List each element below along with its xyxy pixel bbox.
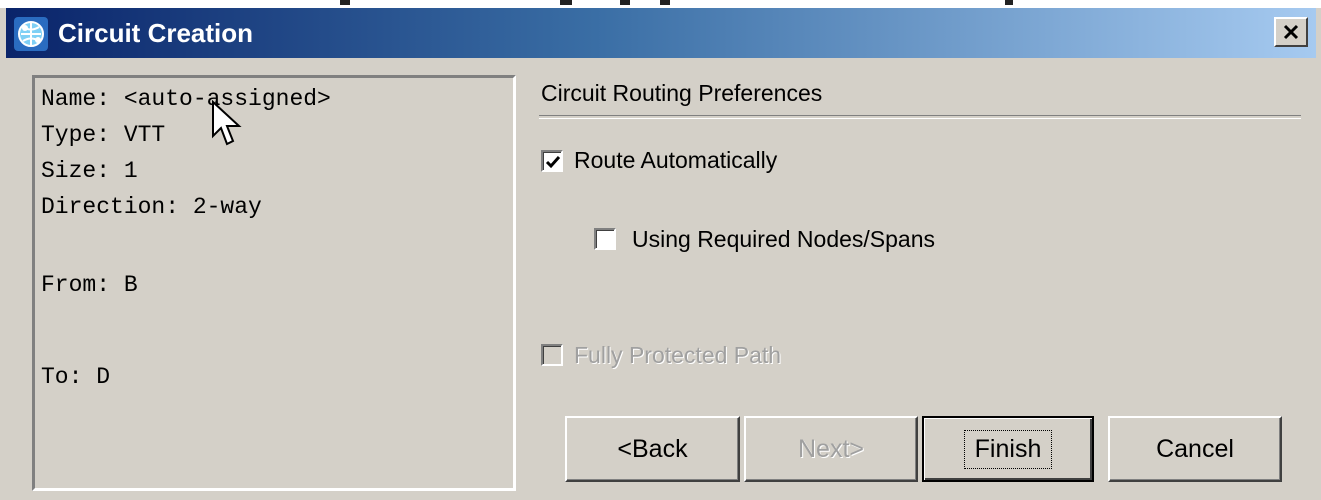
background-mark bbox=[660, 0, 670, 5]
summary-size: Size: 1 bbox=[41, 158, 138, 184]
dialog-body: Name: <auto-assigned> Type: VTT Size: 1 … bbox=[6, 58, 1316, 494]
close-button[interactable] bbox=[1274, 17, 1308, 47]
mouse-pointer-icon bbox=[212, 100, 242, 146]
background-mark bbox=[1005, 0, 1013, 5]
summary-direction: Direction: 2-way bbox=[41, 194, 262, 220]
checkmark-icon bbox=[545, 156, 561, 169]
next-button[interactable]: Next> bbox=[744, 416, 918, 482]
section-divider bbox=[539, 115, 1301, 119]
dialog-titlebar[interactable]: Circuit Creation bbox=[6, 8, 1316, 58]
back-button[interactable]: <Back bbox=[565, 416, 740, 482]
summary-to: To: D bbox=[41, 364, 111, 390]
section-title: Circuit Routing Preferences bbox=[541, 80, 823, 106]
cancel-button[interactable]: Cancel bbox=[1108, 416, 1282, 482]
route-automatically-checkbox[interactable] bbox=[541, 150, 563, 172]
route-automatically-label[interactable]: Route Automatically bbox=[574, 147, 777, 174]
background-window-strip bbox=[0, 0, 1321, 8]
circuit-summary-panel: Name: <auto-assigned> Type: VTT Size: 1 … bbox=[32, 75, 516, 491]
summary-from: From: B bbox=[41, 272, 138, 298]
using-required-nodes-label[interactable]: Using Required Nodes/Spans bbox=[632, 226, 935, 253]
close-icon bbox=[1283, 24, 1299, 40]
network-globe-icon bbox=[14, 17, 48, 51]
background-mark bbox=[620, 0, 630, 5]
finish-button[interactable]: Finish bbox=[922, 416, 1094, 482]
using-required-nodes-checkbox[interactable] bbox=[594, 228, 616, 250]
summary-name: Name: <auto-assigned> bbox=[41, 86, 331, 112]
fully-protected-path-checkbox[interactable] bbox=[541, 344, 563, 366]
dialog-title: Circuit Creation bbox=[58, 18, 254, 48]
background-mark bbox=[560, 0, 572, 5]
fully-protected-path-label[interactable]: Fully Protected Path bbox=[574, 342, 781, 369]
summary-type: Type: VTT bbox=[41, 122, 166, 148]
background-mark bbox=[340, 0, 350, 5]
finish-button-label: Finish bbox=[963, 429, 1053, 469]
